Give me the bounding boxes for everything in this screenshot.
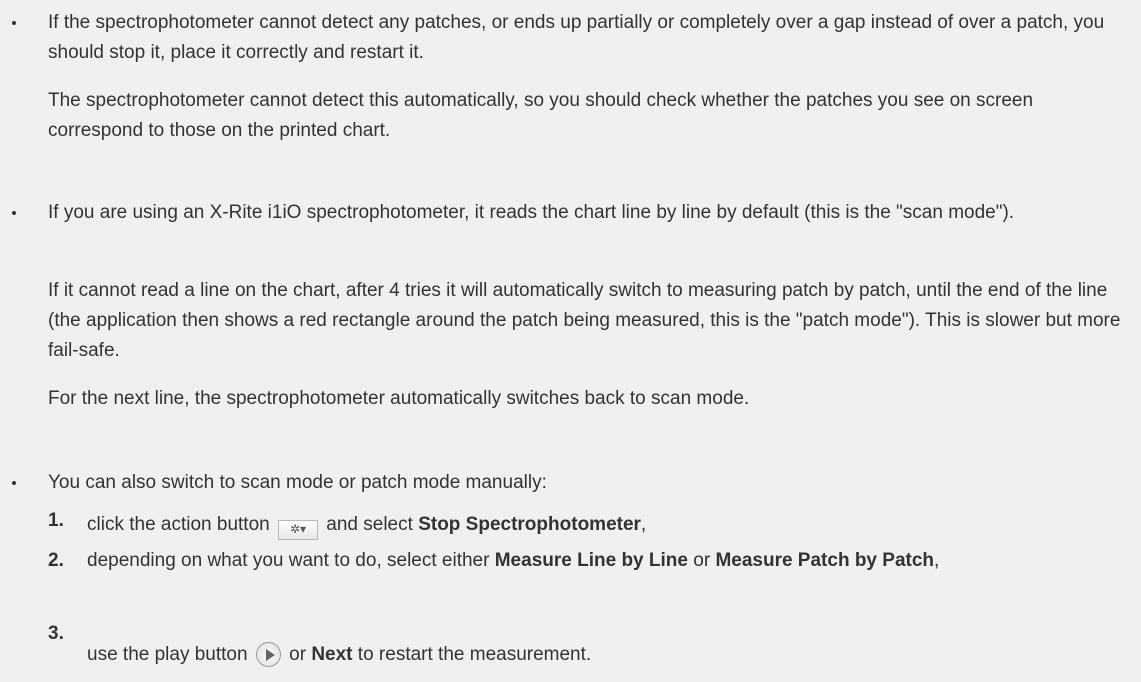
step-text-part: use the play button <box>87 644 248 665</box>
paragraph: You can also switch to scan mode or patc… <box>48 472 547 493</box>
step-text: depending on what you want to do, select… <box>87 546 1132 576</box>
play-icon[interactable] <box>255 642 281 667</box>
step-text-part: or <box>693 550 711 571</box>
gear-dropdown-icon[interactable]: ✲▾ <box>278 520 318 540</box>
step-number: 3. <box>48 623 64 644</box>
step-number: 2. <box>48 550 64 571</box>
bullet-dot-icon <box>12 21 16 25</box>
step-text-part: or <box>289 644 307 665</box>
step-text-part: depending on what you want to do, select… <box>87 550 490 571</box>
bullet-dot-icon <box>12 481 16 485</box>
ui-term: Next <box>311 644 353 665</box>
step-text: use the play button or Next to restart t… <box>87 640 1137 670</box>
step-number: 1. <box>48 510 64 531</box>
step-text-part: to restart the measurement. <box>357 644 592 665</box>
step-text: click the action button ✲▾ and select St… <box>87 510 1137 540</box>
step-text-part: click the action button <box>87 514 270 535</box>
ui-term: Measure Patch by Patch <box>715 550 935 571</box>
help-page: If the spectrophotometer cannot detect a… <box>0 0 1141 682</box>
step-text-part: and select <box>326 514 413 535</box>
paragraph: If you are using an X-Rite i1iO spectrop… <box>48 202 1015 223</box>
step-text-part: , <box>934 550 940 571</box>
paragraph: For the next line, the spectrophotometer… <box>48 388 750 409</box>
ui-term: Stop Spectrophotometer <box>418 514 641 535</box>
step-text-part: , <box>640 514 647 535</box>
paragraph: If it cannot read a line on the chart, a… <box>48 280 1121 361</box>
paragraph: If the spectrophotometer cannot detect a… <box>48 12 1105 63</box>
bullet-dot-icon <box>12 211 16 215</box>
paragraph: The spectrophotometer cannot detect this… <box>48 90 1034 141</box>
ui-term: Measure Line by Line <box>494 550 688 571</box>
